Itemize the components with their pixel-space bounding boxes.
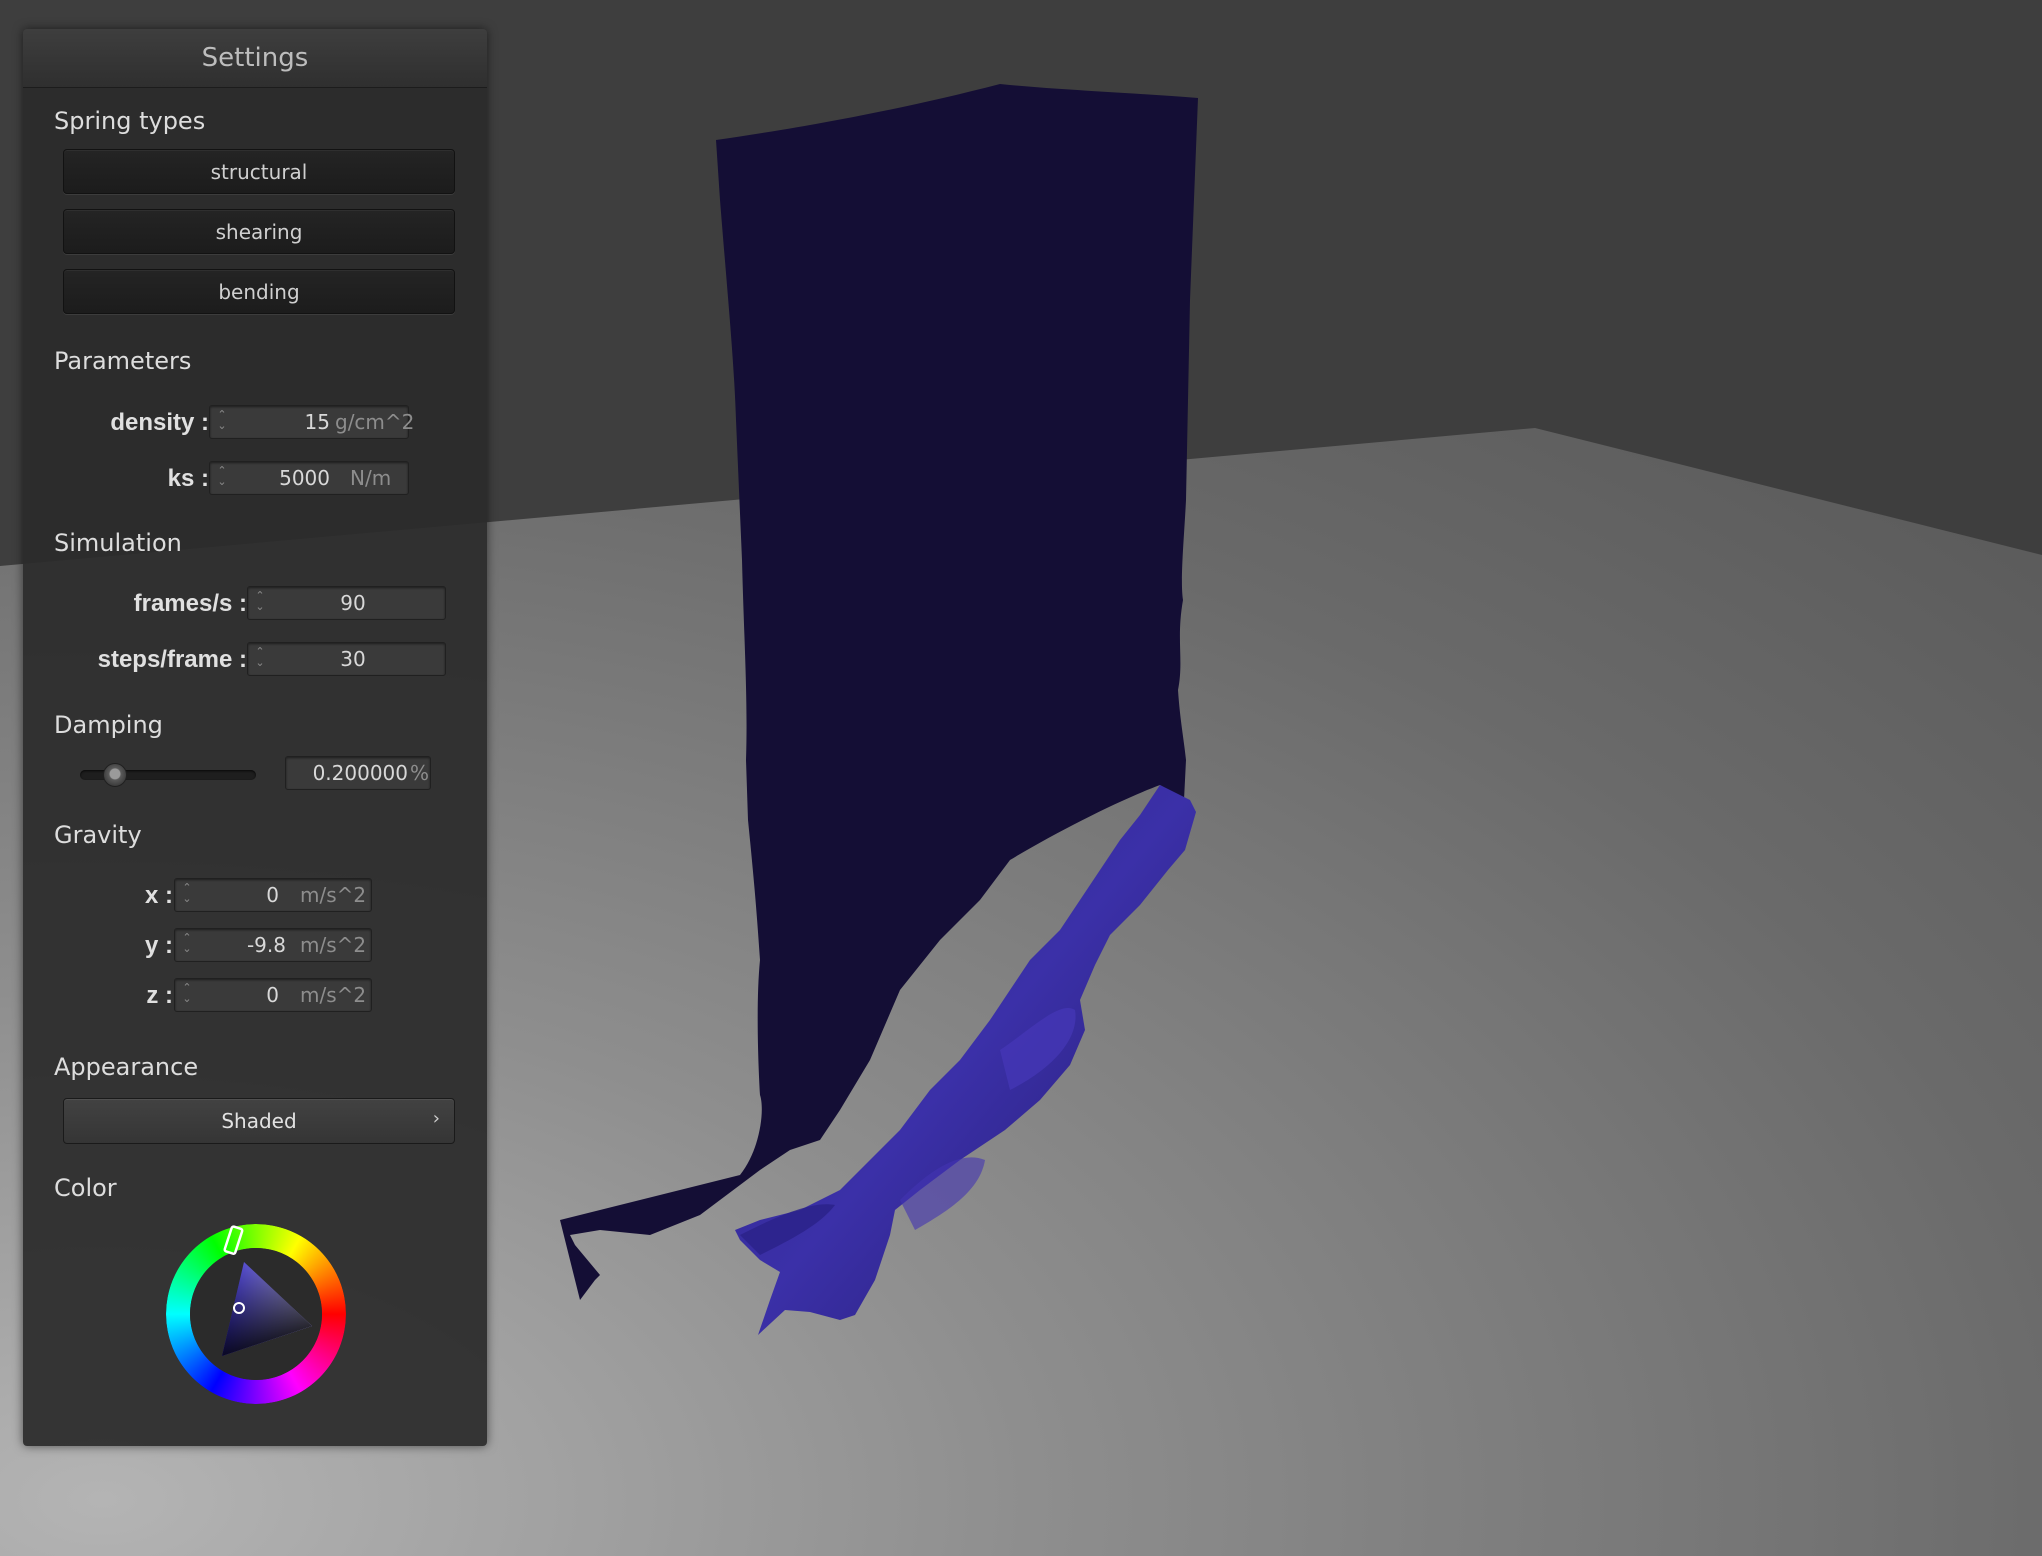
bending-button[interactable]: bending (63, 269, 455, 314)
parameters-heading: Parameters (54, 347, 192, 375)
gravity-y-label: y : (144, 932, 173, 959)
color-wheel[interactable] (166, 1224, 346, 1404)
gravity-x-label: x : (144, 882, 173, 909)
simulation-heading: Simulation (54, 529, 182, 557)
spin-arrows-icon[interactable]: ⌃ ⌄ (181, 982, 193, 1008)
gravity-z-spinbox[interactable]: ⌃ ⌄ 0 m/s^2 (174, 978, 372, 1012)
gravity-x-value[interactable]: 0 (195, 879, 279, 911)
spring-types-heading: Spring types (54, 107, 206, 135)
spin-arrows-icon[interactable]: ⌃ ⌄ (181, 932, 193, 958)
structural-button[interactable]: structural (63, 149, 455, 194)
steps-per-frame-spinbox[interactable]: ⌃ ⌄ 30 (247, 642, 446, 676)
spin-arrows-icon[interactable]: ⌃ ⌄ (216, 409, 228, 435)
ks-unit: N/m (350, 466, 392, 490)
shearing-button[interactable]: shearing (63, 209, 455, 254)
density-value[interactable]: 15 (230, 406, 330, 438)
appearance-popup-button[interactable]: Shaded › (63, 1098, 455, 1144)
density-spinbox[interactable]: ⌃ ⌄ 15 g/cm^2 (209, 405, 414, 439)
damping-value[interactable]: 0.200000 (290, 757, 408, 789)
density-label: density : (110, 409, 209, 436)
gravity-z-label: z : (146, 982, 173, 1009)
damping-slider-knob[interactable] (103, 763, 128, 787)
gravity-heading: Gravity (54, 821, 142, 849)
gravity-y-unit: m/s^2 (300, 933, 367, 957)
spin-arrows-icon[interactable]: ⌃ ⌄ (254, 646, 266, 672)
chevron-right-icon: › (432, 1108, 440, 1129)
ks-spinbox[interactable]: ⌃ ⌄ 5000 N/m (209, 461, 409, 495)
steps-per-frame-label: steps/frame : (97, 646, 247, 673)
steps-per-frame-value[interactable]: 30 (268, 643, 438, 675)
settings-panel: Settings Spring types structural shearin… (23, 29, 487, 1446)
gravity-x-unit: m/s^2 (300, 883, 367, 907)
ks-value[interactable]: 5000 (230, 462, 330, 494)
fps-spinbox[interactable]: ⌃ ⌄ 90 (247, 586, 446, 620)
spin-arrows-icon[interactable]: ⌃ ⌄ (254, 590, 266, 616)
gravity-y-spinbox[interactable]: ⌃ ⌄ -9.8 m/s^2 (174, 928, 372, 962)
color-heading: Color (54, 1174, 117, 1202)
gravity-x-spinbox[interactable]: ⌃ ⌄ 0 m/s^2 (174, 878, 372, 912)
ks-label: ks : (167, 465, 209, 492)
damping-heading: Damping (54, 711, 163, 739)
fps-label: frames/s : (133, 590, 247, 617)
gravity-z-unit: m/s^2 (300, 983, 367, 1007)
damping-value-box[interactable]: 0.200000 % (285, 756, 431, 790)
gravity-z-value[interactable]: 0 (195, 979, 279, 1011)
density-unit: g/cm^2 (335, 410, 415, 434)
appearance-heading: Appearance (54, 1053, 199, 1081)
spin-arrows-icon[interactable]: ⌃ ⌄ (181, 882, 193, 908)
damping-unit: % (410, 761, 430, 785)
damping-slider[interactable] (80, 763, 256, 787)
panel-title[interactable]: Settings (23, 29, 487, 88)
gravity-y-value[interactable]: -9.8 (195, 929, 286, 961)
spin-arrows-icon[interactable]: ⌃ ⌄ (216, 465, 228, 491)
fps-value[interactable]: 90 (268, 587, 438, 619)
appearance-selected: Shaded (221, 1109, 297, 1133)
